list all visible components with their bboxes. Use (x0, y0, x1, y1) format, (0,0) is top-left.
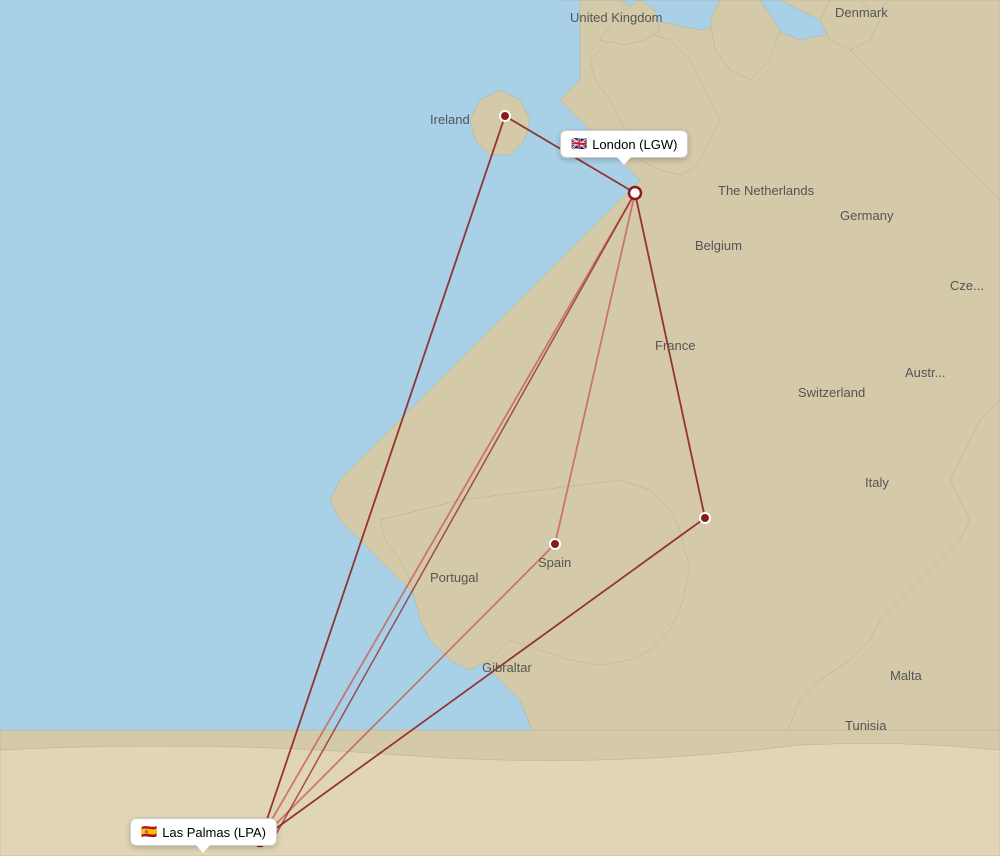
airport-label-lpa[interactable]: 🇪🇸 Las Palmas (LPA) (130, 818, 277, 846)
lpa-flag: 🇪🇸 (141, 824, 157, 840)
lpa-name: Las Palmas (LPA) (162, 825, 266, 840)
map-container: United Kingdom Ireland The Netherlands B… (0, 0, 1000, 856)
lgw-flag: 🇬🇧 (571, 136, 587, 152)
airport-label-lgw[interactable]: 🇬🇧 London (LGW) (560, 130, 688, 158)
lgw-name: London (LGW) (592, 137, 677, 152)
